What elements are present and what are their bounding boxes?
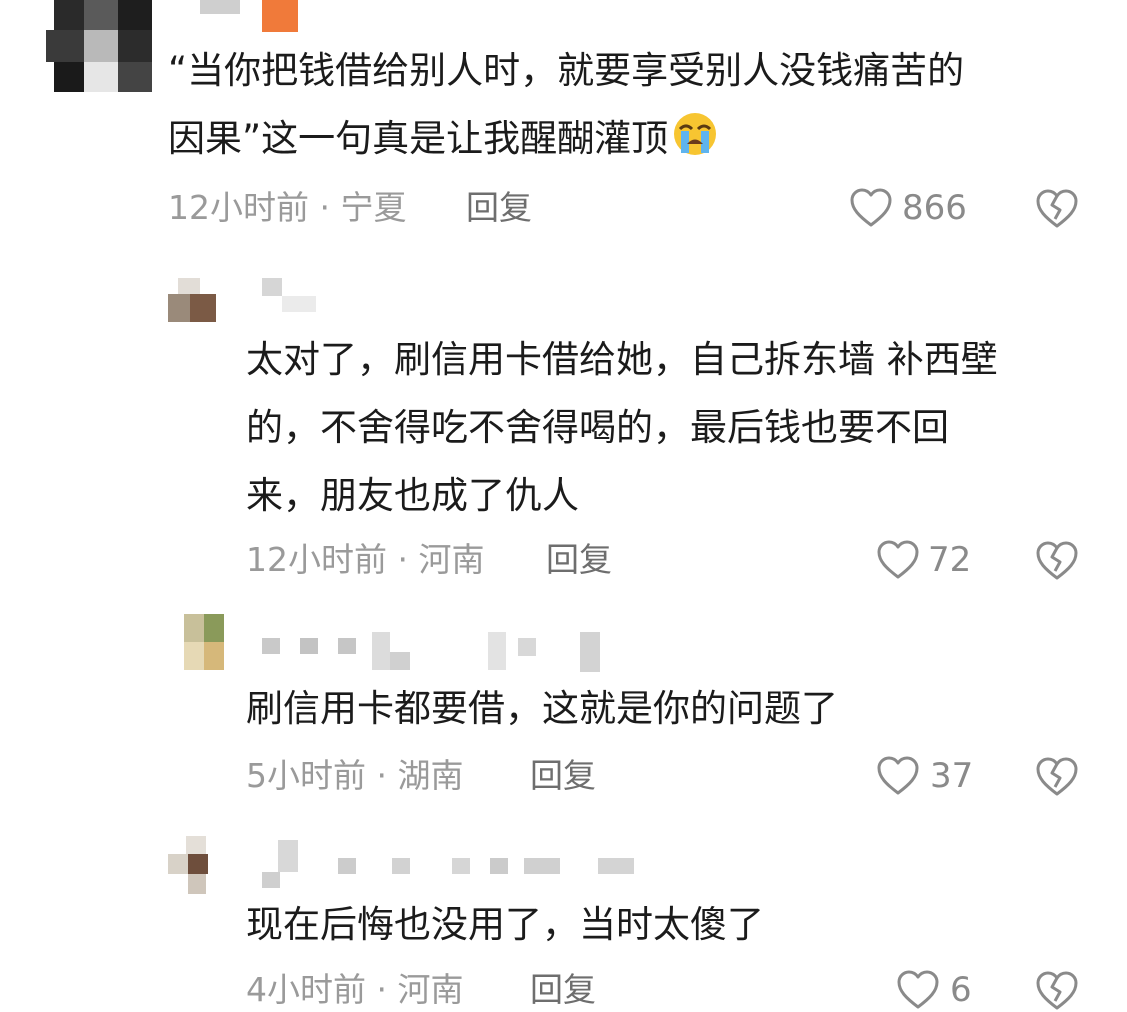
reply-button[interactable]: 回复 [530,756,596,796]
heart-outline-icon[interactable] [849,186,893,230]
comment-text-line: 的，不舍得吃不舍得喝的，最后钱也要不回 [246,406,949,449]
username-redacted[interactable] [200,0,310,34]
broken-heart-icon[interactable] [1034,968,1080,1012]
broken-heart-icon[interactable] [1034,538,1080,582]
loudly-crying-face-emoji [674,113,717,155]
comment-text-line: “当你把钱借给别人时，就要享受别人没钱痛苦的 [168,49,965,92]
avatar[interactable] [168,836,224,894]
like-count: 866 [902,188,967,228]
username-redacted[interactable] [262,840,642,892]
comment-text-line: 太对了，刷信用卡借给她，自己拆东墙 补西壁 [246,338,998,381]
like-count: 72 [928,540,972,580]
heart-outline-icon[interactable] [876,538,920,582]
comment-time-location: 12小时前 · 宁夏 [168,188,407,227]
broken-heart-icon[interactable] [1034,754,1080,798]
comment-time-location: 12小时前 · 河南 [246,540,485,579]
reply-button[interactable]: 回复 [546,540,612,580]
heart-outline-icon[interactable] [896,968,940,1012]
comment-time-location: 4小时前 · 河南 [246,970,464,1009]
comment-time-location: 5小时前 · 湖南 [246,756,464,795]
comment-text-line: 来，朋友也成了仇人 [246,474,579,517]
comment-text-line: 刷信用卡都要借，这就是你的问题了 [246,687,838,730]
like-count: 6 [950,970,972,1010]
reply-button[interactable]: 回复 [530,970,596,1010]
avatar[interactable] [46,0,152,92]
avatar[interactable] [184,614,224,670]
comment-text-line: 现在后悔也没用了，当时太傻了 [246,903,764,946]
broken-heart-icon[interactable] [1034,186,1080,230]
heart-outline-icon[interactable] [876,754,920,798]
comment-text-fragment: 因果”这一句真是让我醒醐灌顶 [168,117,669,160]
avatar[interactable] [168,278,228,322]
username-redacted[interactable] [262,632,602,674]
reply-button[interactable]: 回复 [466,188,532,228]
like-count: 37 [930,756,974,796]
username-redacted[interactable] [262,278,322,318]
comment-text-line: 因果”这一句真是让我醒醐灌顶 [168,106,718,172]
